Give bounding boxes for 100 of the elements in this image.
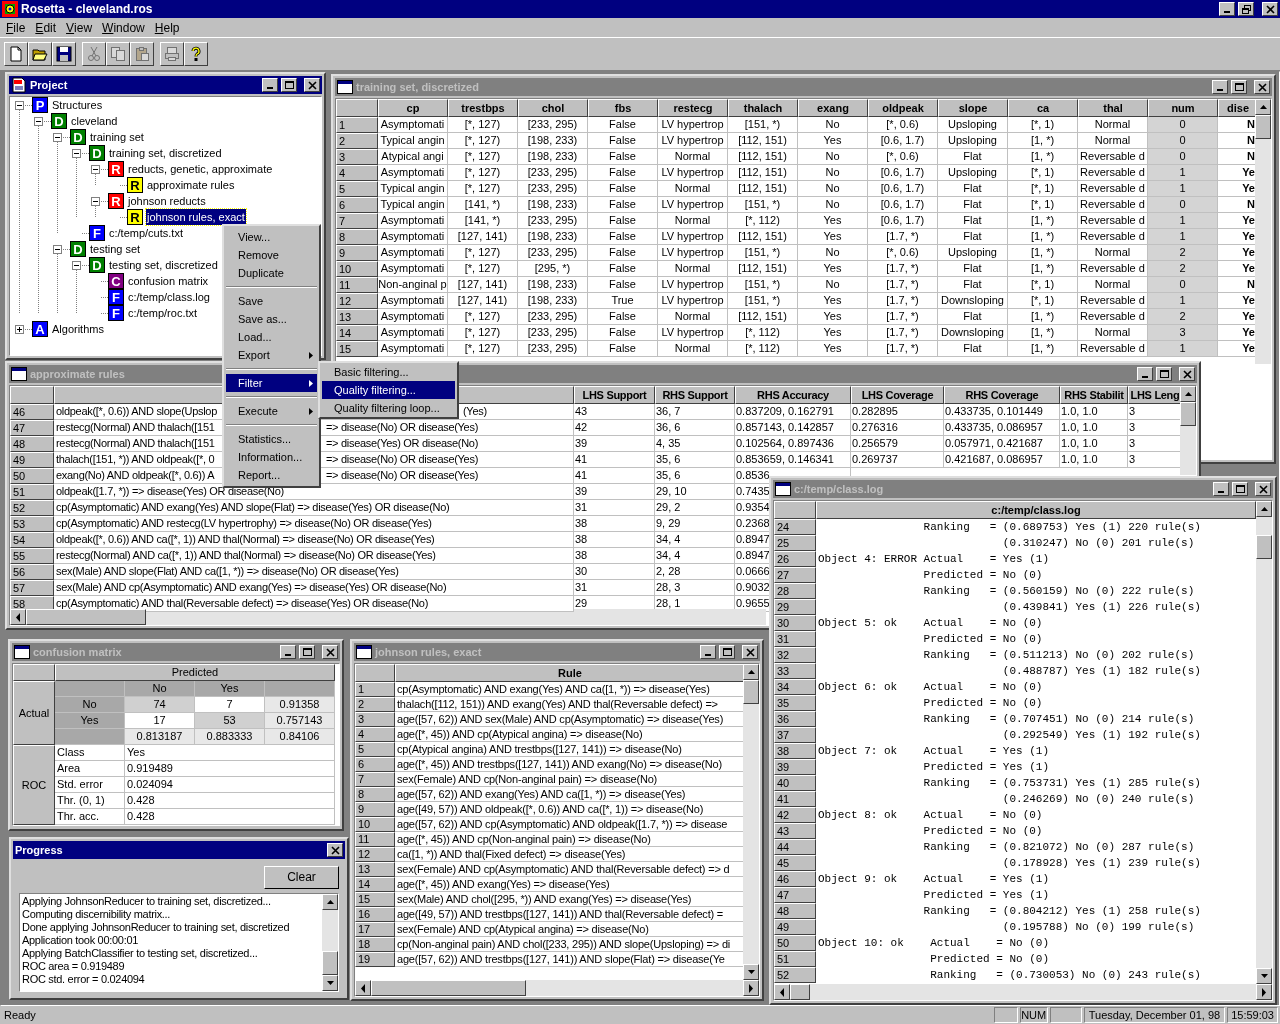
minimize-button[interactable] [1212, 80, 1228, 94]
maximize-button[interactable] [1156, 367, 1172, 381]
tree-item[interactable]: johnson reducts [127, 192, 207, 210]
horizontal-scrollbar[interactable] [774, 984, 1272, 1000]
minimize-button[interactable] [280, 645, 296, 659]
close-button[interactable] [1262, 2, 1278, 16]
scroll-thumb[interactable] [743, 680, 759, 704]
tree-item[interactable]: training set, discretized [108, 144, 223, 162]
menu-item[interactable]: Edit [30, 19, 62, 36]
vertical-scrollbar[interactable] [1255, 99, 1271, 364]
menu-item[interactable]: Help [149, 19, 185, 36]
tree-item[interactable]: Algorithms [51, 320, 105, 338]
scroll-left-button[interactable] [10, 609, 26, 625]
maximize-button[interactable] [719, 645, 735, 659]
close-button[interactable] [1255, 482, 1271, 496]
scroll-up-button[interactable] [743, 664, 759, 680]
scroll-left-button[interactable] [774, 984, 790, 1000]
new-button[interactable] [4, 42, 28, 66]
tree-item[interactable]: johnson rules, exact [146, 208, 246, 226]
collapse-icon[interactable] [91, 164, 100, 174]
tree-item[interactable]: c:/temp/cuts.txt [108, 224, 184, 242]
tree-item[interactable]: testing set [89, 240, 142, 258]
vertical-scrollbar[interactable] [743, 664, 759, 980]
tree-item[interactable]: testing set, discretized [108, 256, 219, 274]
tree-item[interactable]: approximate rules [146, 176, 236, 194]
close-button[interactable] [1179, 367, 1195, 381]
close-button[interactable] [327, 843, 343, 857]
scroll-thumb[interactable] [371, 980, 526, 996]
scroll-right-button[interactable] [743, 980, 759, 996]
scroll-up-button[interactable] [1256, 501, 1272, 517]
collapse-icon[interactable] [72, 148, 81, 158]
scroll-thumb[interactable] [26, 609, 146, 625]
menu-item[interactable]: View... [226, 228, 317, 246]
collapse-icon[interactable] [53, 244, 62, 254]
vertical-scrollbar[interactable] [1180, 386, 1196, 475]
close-button[interactable] [1254, 80, 1270, 94]
maximize-button[interactable] [281, 78, 297, 92]
clear-button[interactable]: Clear [264, 865, 339, 889]
minimize-button[interactable] [1137, 367, 1153, 381]
restore-button[interactable] [1238, 2, 1254, 16]
minimize-button[interactable] [262, 78, 278, 92]
menu-item[interactable]: Load... [226, 328, 317, 346]
menu-item[interactable]: Save as... [226, 310, 317, 328]
scroll-thumb[interactable] [322, 951, 338, 975]
help-button[interactable] [184, 42, 208, 66]
scroll-thumb[interactable] [1255, 115, 1271, 139]
open-button[interactable] [28, 42, 52, 66]
close-button[interactable] [322, 645, 338, 659]
tree-item[interactable]: c:/temp/roc.txt [127, 304, 199, 322]
menu-item[interactable]: View [61, 19, 98, 36]
menu-item[interactable]: File [1, 19, 31, 36]
vertical-scrollbar[interactable] [1256, 501, 1272, 984]
scroll-up-button[interactable] [322, 894, 338, 910]
maximize-button[interactable] [299, 645, 315, 659]
scroll-thumb[interactable] [1256, 535, 1272, 559]
scroll-up-button[interactable] [1180, 386, 1196, 402]
vertical-scrollbar[interactable] [322, 894, 338, 991]
scroll-thumb[interactable] [790, 984, 810, 1000]
close-button[interactable] [304, 78, 320, 92]
tree-item[interactable]: Structures [51, 96, 104, 114]
maximize-button[interactable] [1231, 80, 1247, 94]
horizontal-scrollbar[interactable] [355, 980, 759, 996]
save-button[interactable] [52, 42, 76, 66]
collapse-icon[interactable] [72, 260, 81, 270]
menu-item[interactable]: Duplicate [226, 264, 317, 282]
menu-item[interactable]: Quality filtering... [322, 381, 455, 399]
collapse-icon[interactable] [15, 100, 24, 110]
close-button[interactable] [742, 645, 758, 659]
scroll-down-button[interactable] [1256, 968, 1272, 984]
menu-item[interactable]: Quality filtering loop... [322, 399, 455, 417]
scroll-up-button[interactable] [1255, 99, 1271, 115]
scroll-right-button[interactable] [1256, 984, 1272, 1000]
scroll-down-button[interactable] [322, 975, 338, 991]
menu-item[interactable]: Information... [226, 448, 317, 466]
tree-item[interactable]: reducts, genetic, approximate [127, 160, 274, 178]
scroll-down-button[interactable] [743, 964, 759, 980]
minimize-button[interactable] [1213, 482, 1229, 496]
collapse-icon[interactable] [91, 196, 100, 206]
tree-item[interactable]: confusion matrix [127, 272, 210, 290]
menu-item[interactable]: Report... [226, 466, 317, 484]
menu-item[interactable]: Export [226, 346, 317, 364]
scroll-left-button[interactable] [355, 980, 371, 996]
menu-item[interactable]: Filter [226, 374, 317, 392]
menu-item[interactable]: Window [97, 19, 150, 36]
table-cell: [*, 1) [1008, 197, 1078, 213]
menu-item[interactable]: Basic filtering... [322, 363, 455, 381]
expand-icon[interactable] [15, 324, 24, 334]
menu-item[interactable]: Remove [226, 246, 317, 264]
minimize-button[interactable] [700, 645, 716, 659]
menu-item[interactable]: Execute [226, 402, 317, 420]
tree-item[interactable]: c:/temp/class.log [127, 288, 211, 306]
maximize-button[interactable] [1232, 482, 1248, 496]
scroll-thumb[interactable] [1180, 402, 1196, 426]
menu-item[interactable]: Save [226, 292, 317, 310]
tree-item[interactable]: training set [89, 128, 145, 146]
minimize-button[interactable] [1219, 2, 1235, 16]
collapse-icon[interactable] [53, 132, 62, 142]
tree-item[interactable]: cleveland [70, 112, 119, 130]
menu-item[interactable]: Statistics... [226, 430, 317, 448]
collapse-icon[interactable] [34, 116, 43, 126]
